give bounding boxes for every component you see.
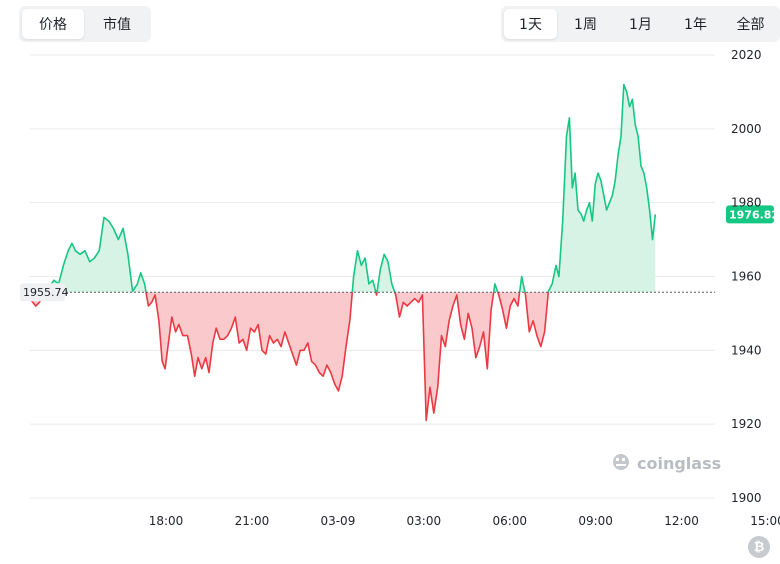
y-tick-label: 1920 (731, 417, 762, 431)
current-price-label: 1976.82 (729, 208, 779, 221)
watermark: coinglass (613, 454, 721, 473)
y-tick-label: 1940 (731, 343, 762, 357)
x-tick-label: 03-09 (320, 514, 355, 528)
y-tick-label: 2020 (731, 48, 762, 62)
reference-line-group: 1955.74 1976.82 (20, 205, 779, 302)
x-tick-label: 12:00 (664, 514, 699, 528)
watermark-text: coinglass (637, 454, 721, 473)
price-line-down (375, 292, 378, 296)
x-tick-label: 06:00 (492, 514, 527, 528)
area-below-reference (146, 292, 353, 391)
bitcoin-circle-icon: ₿ (748, 536, 770, 558)
area-below-reference (394, 292, 494, 421)
y-tick-label: 1980 (731, 196, 762, 210)
y-tick-label: 1960 (731, 270, 762, 284)
y-tick-label: 2000 (731, 122, 762, 136)
price-chart[interactable]: 1955.74 1976.82 1900 1920 1940 1960 1980 2000 2… (0, 0, 780, 564)
y-tick-label: 1900 (731, 491, 762, 505)
reference-label: 1955.74 (23, 286, 69, 299)
x-tick-label: 21:00 (235, 514, 270, 528)
x-tick-label: 18:00 (149, 514, 184, 528)
corner-logo: ₿ (748, 536, 770, 558)
x-tick-label: 03:00 (407, 514, 442, 528)
coinglass-logo-icon (613, 454, 629, 470)
x-tick-label: 15:00 (750, 514, 780, 528)
x-tick-label: 09:00 (578, 514, 613, 528)
